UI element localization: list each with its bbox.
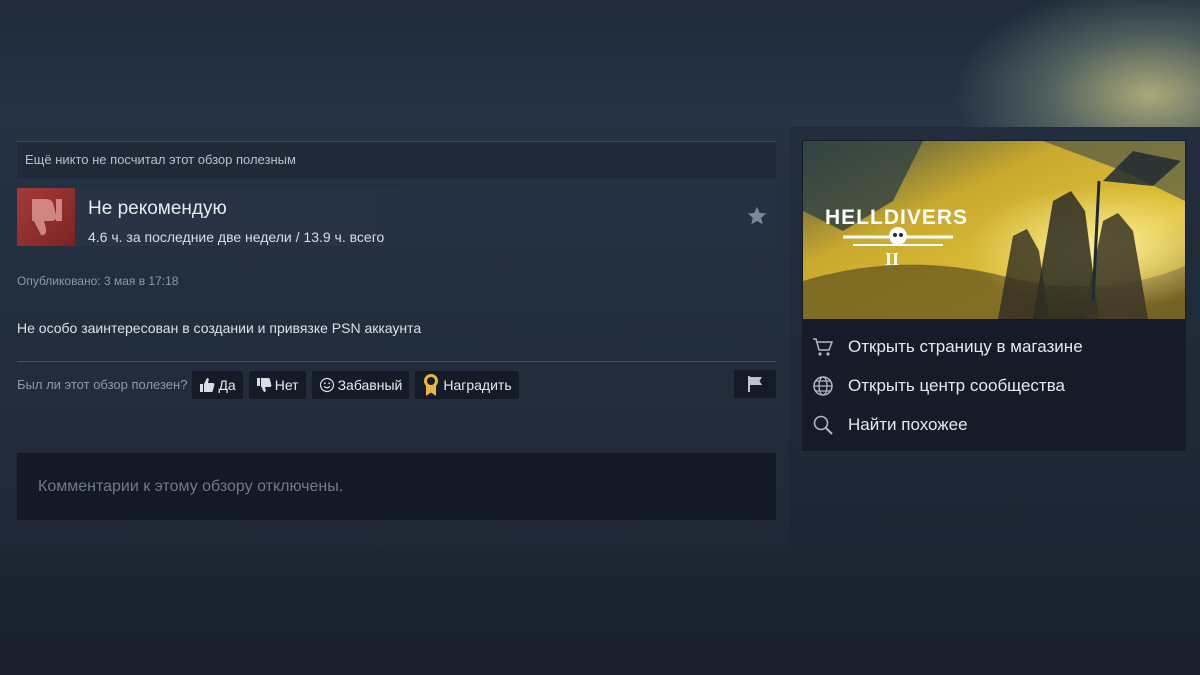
flag-icon (748, 376, 762, 392)
verdict-title: Не рекомендую (88, 198, 227, 219)
favorite-star-button[interactable] (746, 205, 768, 232)
find-similar-link[interactable]: Найти похожее (802, 410, 1186, 440)
posted-date: Опубликовано: 3 мая в 17:18 (17, 274, 179, 288)
globe-icon (813, 376, 833, 396)
review-body: Не особо заинтересован в создании и прив… (17, 320, 422, 336)
award-icon (424, 373, 439, 396)
vote-funny-button[interactable]: Забавный (311, 370, 410, 399)
thumbs-up-icon (200, 377, 215, 392)
helpful-status-text: Ещё никто не посчитал этот обзор полезны… (25, 152, 296, 167)
vote-no-button[interactable]: Нет (248, 370, 306, 399)
community-hub-link[interactable]: Открыть центр сообщества (802, 371, 1186, 401)
game-capsule-image[interactable]: HELLDIVERS II (803, 141, 1185, 319)
helpful-status-bar: Ещё никто не посчитал этот обзор полезны… (17, 141, 776, 178)
comments-disabled-text: Комментарии к этому обзору отключены. (38, 478, 344, 495)
cart-icon (813, 338, 834, 356)
vote-funny-label: Забавный (337, 376, 403, 393)
community-hub-link-label: Открыть центр сообщества (848, 376, 1066, 395)
divider (17, 361, 776, 362)
vote-no-label: Нет (274, 376, 299, 393)
comments-disabled-box: Комментарии к этому обзору отключены. (17, 453, 776, 520)
vote-question: Был ли этот обзор полезен? (17, 377, 188, 392)
game-sidebar-card: HELLDIVERS II Открыть страницу в магазин… (802, 140, 1186, 451)
game-logo-numeral: II (885, 249, 899, 269)
store-page-link-label: Открыть страницу в магазине (848, 337, 1083, 356)
thumbs-down-small-icon (256, 377, 272, 392)
award-button[interactable]: Наградить (415, 370, 519, 399)
vote-yes-button[interactable]: Да (192, 370, 243, 399)
vote-yes-label: Да (218, 376, 236, 393)
store-page-link[interactable]: Открыть страницу в магазине (802, 332, 1186, 362)
star-icon (747, 206, 767, 225)
search-icon (813, 415, 833, 435)
award-label: Наградить (443, 376, 512, 393)
smiley-icon (319, 377, 334, 392)
report-flag-button[interactable] (734, 370, 776, 398)
thumbs-down-icon (32, 199, 62, 236)
vote-row: Был ли этот обзор полезен? Да Нет Забавн… (17, 370, 776, 399)
find-similar-link-label: Найти похожее (848, 415, 968, 434)
playtime-hours: 4.6 ч. за последние две недели / 13.9 ч.… (88, 229, 385, 245)
game-logo-text: HELLDIVERS (825, 206, 968, 229)
capsule-art: HELLDIVERS II (803, 141, 1185, 319)
review-header: Не рекомендую 4.6 ч. за последние две не… (17, 188, 776, 246)
thumbs-down-badge (17, 188, 75, 246)
top-banner (0, 0, 1200, 127)
